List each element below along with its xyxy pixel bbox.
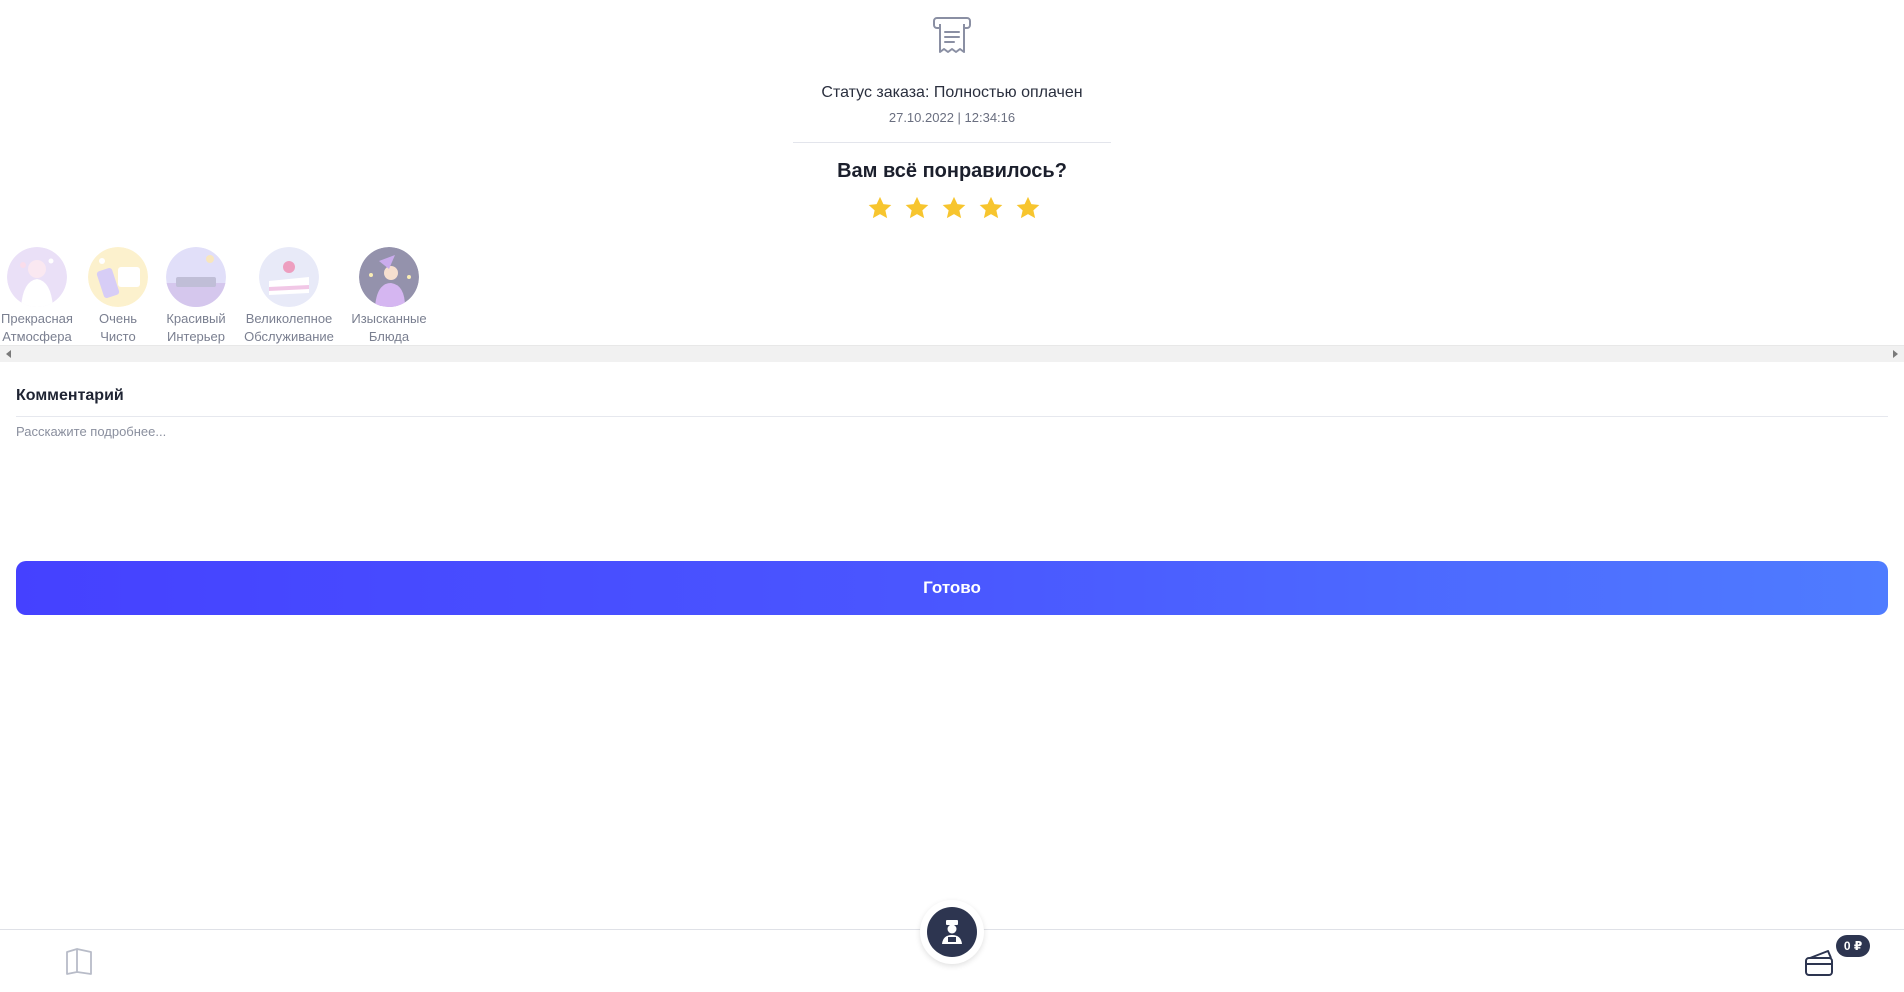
tag-label: Очень Чисто [98,311,138,344]
header-divider [793,142,1111,143]
keep-clean-illustration-icon [88,247,148,307]
comment-label: Комментарий [16,387,124,404]
tag-label: Прекрасная Атмосфера [1,311,73,344]
wallet-icon[interactable] [1804,946,1838,978]
chef-illustration-icon [359,247,419,307]
tag-interior[interactable]: Красивый Интерьер [162,247,230,346]
interior-illustration-icon [166,247,226,307]
cake-illustration-icon [259,247,319,307]
comment-input[interactable] [16,420,1888,530]
feedback-tags: Прекрасная Атмосфера Очень Чисто Красивы… [0,247,1904,347]
star-icon-4[interactable] [977,194,1005,222]
call-waiter-button[interactable] [920,900,984,964]
rating-question: Вам всё понравилось? [837,160,1067,182]
book-icon[interactable] [64,946,94,976]
star-icon-3[interactable] [940,194,968,222]
star-icon-2[interactable] [903,194,931,222]
waiter-button-inner [927,907,977,957]
waiter-icon [942,920,962,944]
tag-label: Красивый Интерьер [166,311,226,344]
tag-label: Великолепное Обслуживание [244,311,334,344]
receipt-icon [933,17,971,53]
done-button[interactable]: Готово [16,561,1888,615]
tag-service[interactable]: Великолепное Обслуживание [240,247,338,346]
atmosphere-illustration-icon [7,247,67,307]
tag-atmosphere[interactable]: Прекрасная Атмосфера [0,247,74,346]
tag-dishes[interactable]: Изысканные Блюда [346,247,432,346]
order-datetime: 27.10.2022 | 12:34:16 [888,110,1016,125]
tag-label: Изысканные Блюда [351,311,427,344]
star-rating [866,194,1042,226]
scroll-right-icon[interactable] [1893,350,1898,358]
tag-clean[interactable]: Очень Чисто [86,247,150,346]
star-icon-1[interactable] [866,194,894,222]
order-feedback-page: Статус заказа: Полностью оплачен 27.10.2… [0,0,1904,992]
balance-badge: 0 ₽ [1836,935,1870,957]
tags-scrollbar[interactable] [0,345,1904,362]
star-icon-5[interactable] [1014,194,1042,222]
order-status: Статус заказа: Полностью оплачен [821,84,1083,101]
scroll-left-icon[interactable] [6,350,11,358]
comment-divider [16,416,1888,417]
